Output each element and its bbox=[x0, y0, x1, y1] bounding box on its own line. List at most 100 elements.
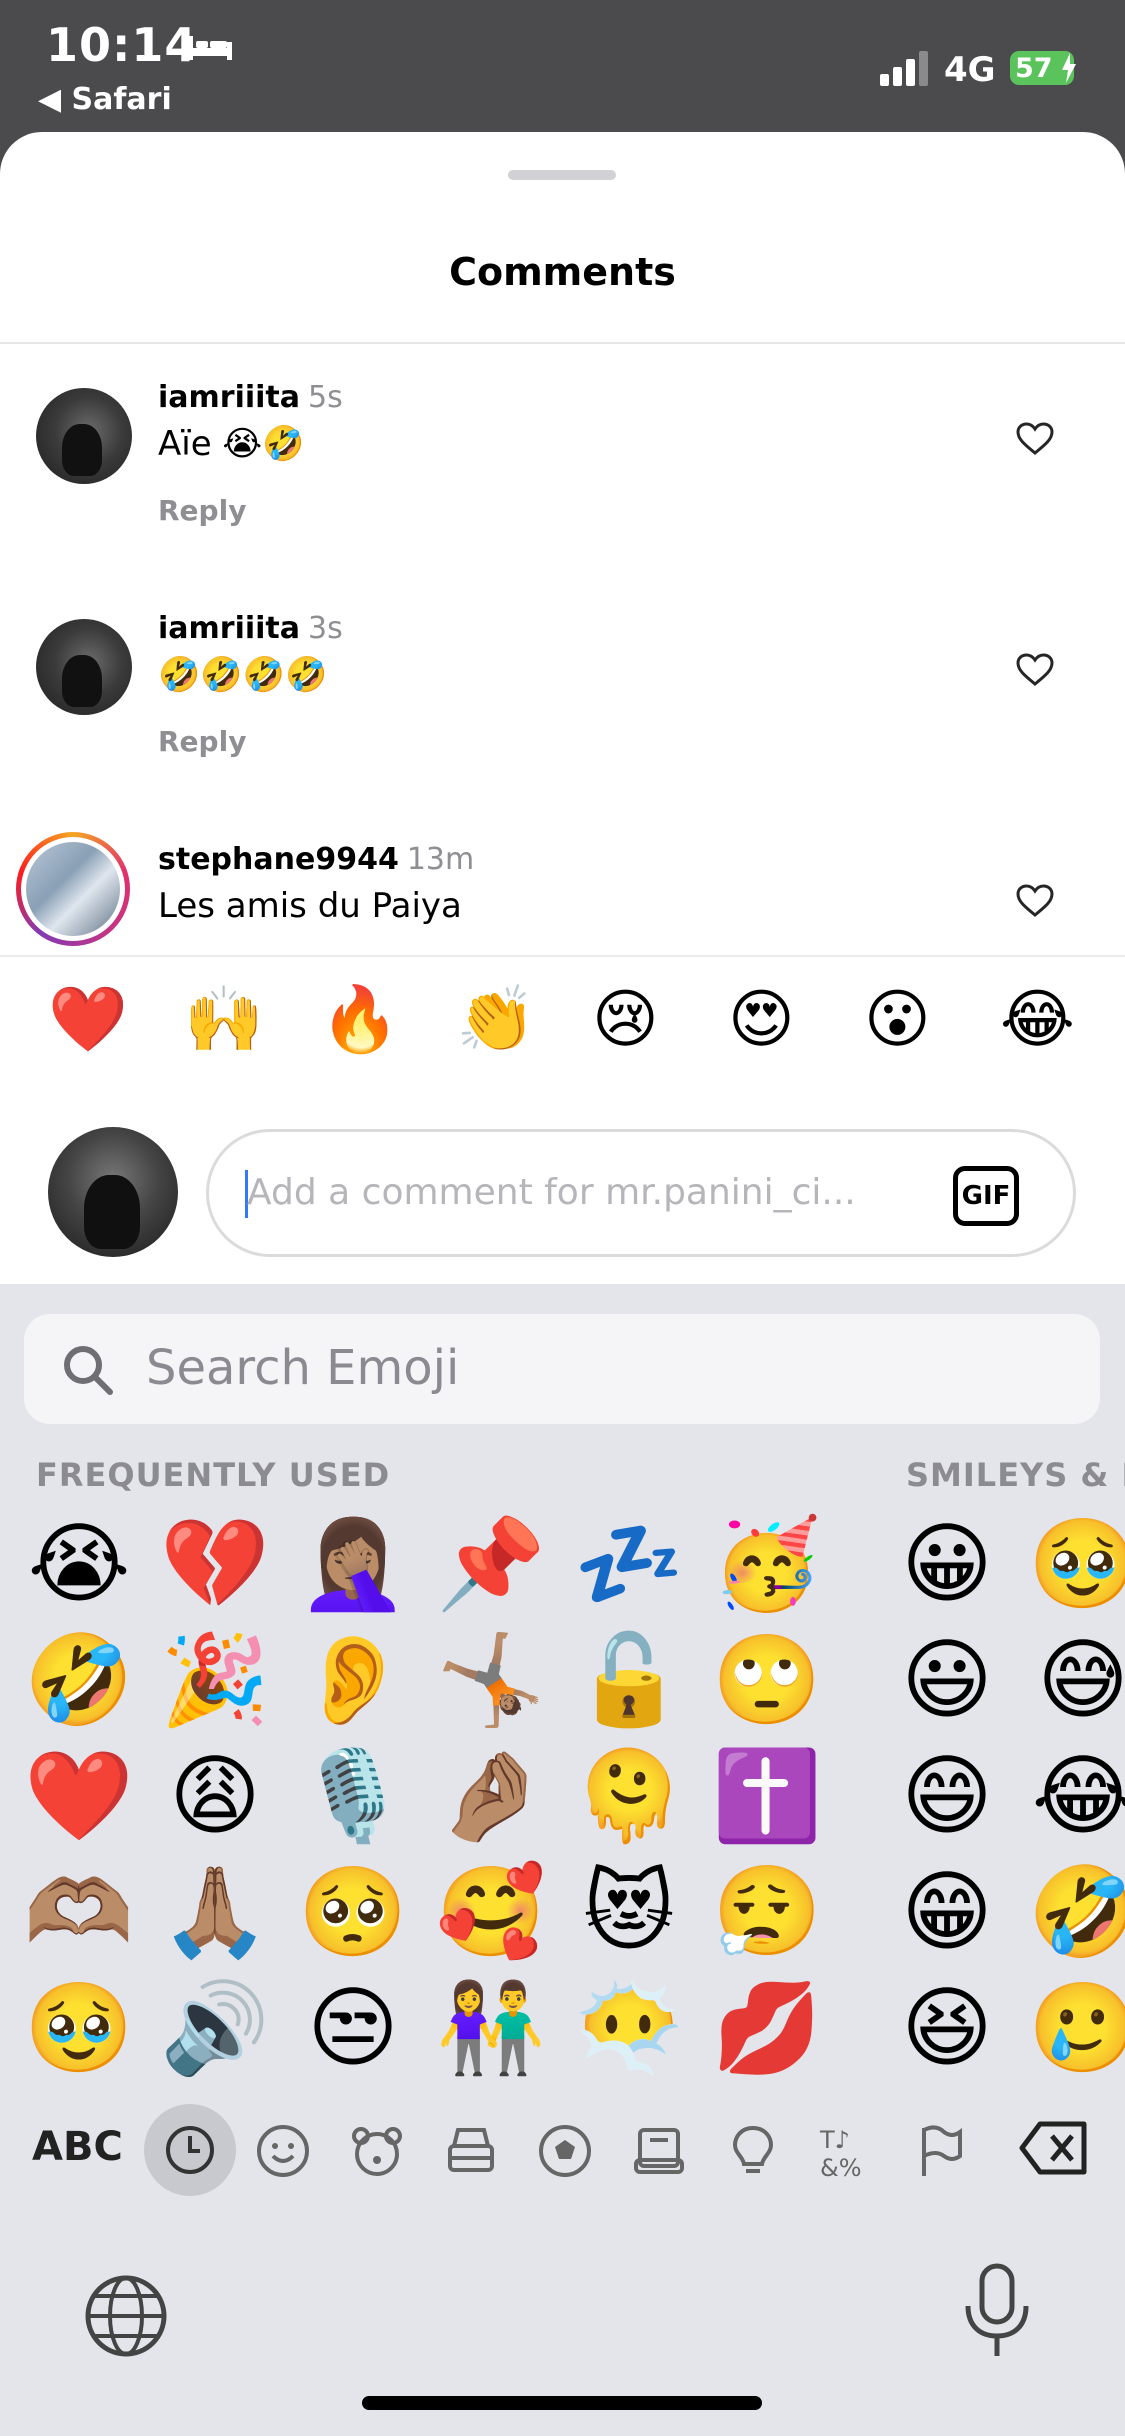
emoji-key[interactable]: 😮‍💨 bbox=[712, 1862, 822, 1962]
emoji-key[interactable]: 🤌🏽 bbox=[436, 1746, 546, 1846]
emoji-key[interactable]: 🤸🏽 bbox=[436, 1630, 546, 1730]
emoji-key[interactable]: 😄 bbox=[892, 1746, 1002, 1846]
emoji-key[interactable]: 😒 bbox=[298, 1978, 408, 2078]
heart-icon[interactable] bbox=[1016, 653, 1054, 687]
flags-icon[interactable] bbox=[906, 2116, 976, 2186]
reaction-surprised[interactable]: 😮 bbox=[864, 983, 931, 1057]
emoji-key[interactable]: 🥲 bbox=[1028, 1978, 1125, 2078]
network-type: 4G bbox=[944, 50, 996, 90]
comment-text: 🤣🤣🤣🤣 bbox=[158, 655, 328, 695]
emoji-key[interactable]: 🤣 bbox=[1028, 1862, 1125, 1962]
globe-icon[interactable] bbox=[84, 2274, 168, 2358]
emoji-key[interactable]: ✝️ bbox=[712, 1746, 822, 1846]
home-indicator[interactable] bbox=[362, 2396, 762, 2410]
section-smileys: SMILEYS & P bbox=[906, 1456, 1125, 1494]
svg-text:&%: &% bbox=[820, 2154, 862, 2182]
emoji-key[interactable]: 💔 bbox=[160, 1514, 270, 1614]
microphone-icon[interactable] bbox=[960, 2262, 1034, 2362]
gif-button[interactable]: GIF bbox=[953, 1166, 1019, 1226]
emoji-key[interactable]: 🥹 bbox=[1028, 1514, 1125, 1614]
activity-icon[interactable] bbox=[530, 2116, 600, 2186]
reaction-clap[interactable]: 👏 bbox=[456, 983, 536, 1057]
reply-button[interactable]: Reply bbox=[158, 725, 246, 758]
reaction-heart-eyes[interactable]: 😍 bbox=[728, 983, 795, 1057]
comment-username[interactable]: stephane9944 13m bbox=[158, 842, 474, 877]
emoji-key[interactable]: 🫠 bbox=[574, 1746, 684, 1846]
reaction-raised-hands[interactable]: 🙌 bbox=[184, 983, 264, 1057]
food-icon[interactable] bbox=[436, 2116, 506, 2186]
emoji-key[interactable]: 👂 bbox=[298, 1630, 408, 1730]
story-avatar[interactable] bbox=[16, 832, 130, 946]
delete-key-icon[interactable] bbox=[1018, 2120, 1090, 2176]
animal-icon[interactable] bbox=[342, 2116, 412, 2186]
emoji-key[interactable]: 😁 bbox=[892, 1862, 1002, 1962]
emoji-key[interactable]: 😃 bbox=[892, 1630, 1002, 1730]
abc-button[interactable]: ABC bbox=[32, 2124, 123, 2170]
heart-icon[interactable] bbox=[1016, 422, 1054, 456]
emoji-key[interactable]: 🥹 bbox=[24, 1978, 134, 2078]
emoji-key[interactable]: 🔊 bbox=[160, 1978, 270, 2078]
emoji-search-placeholder: Search Emoji bbox=[146, 1340, 460, 1396]
avatar[interactable] bbox=[36, 388, 132, 484]
clock: 10:14 bbox=[46, 18, 198, 72]
reply-button[interactable]: Reply bbox=[158, 494, 246, 527]
svg-text:T♪: T♪ bbox=[819, 2126, 850, 2154]
comment-item: iamriiita 3s 🤣🤣🤣🤣 Reply bbox=[0, 611, 1125, 839]
emoji-key[interactable]: 🤦🏽‍♀️ bbox=[298, 1514, 408, 1614]
emoji-key[interactable]: ❤️ bbox=[24, 1746, 134, 1846]
search-icon bbox=[64, 1346, 113, 1395]
emoji-key[interactable]: 😅 bbox=[1028, 1630, 1125, 1730]
emoji-key[interactable]: 😆 bbox=[892, 1978, 1002, 2078]
recent-icon[interactable] bbox=[144, 2104, 236, 2196]
emoji-key[interactable]: 😀 bbox=[892, 1514, 1002, 1614]
comment-username[interactable]: iamriiita 3s bbox=[158, 611, 343, 646]
emoji-key[interactable]: 😂 bbox=[1028, 1746, 1125, 1846]
emoji-key[interactable]: 🥰 bbox=[436, 1862, 546, 1962]
emoji-key[interactable]: 🥳 bbox=[712, 1514, 822, 1614]
emoji-key[interactable]: 🔓 bbox=[574, 1630, 684, 1730]
emoji-category-bar: ABC T♪ &% bbox=[0, 2094, 1125, 2204]
reaction-cry[interactable]: 😢 bbox=[592, 983, 659, 1057]
quick-reactions-bar: ❤️ 🙌 🔥 👏 😢 😍 😮 😂 bbox=[0, 955, 1125, 1079]
comment-username[interactable]: iamriiita 5s bbox=[158, 380, 343, 415]
bed-icon bbox=[188, 36, 232, 60]
comment-item: iamriiita 5s Aïe 😭🤣 Reply bbox=[0, 380, 1125, 608]
emoji-key[interactable]: 🤣 bbox=[24, 1630, 134, 1730]
section-frequently-used: FREQUENTLY USED bbox=[36, 1456, 391, 1494]
travel-icon[interactable] bbox=[624, 2116, 694, 2186]
objects-icon[interactable] bbox=[718, 2116, 788, 2186]
emoji-key[interactable]: 💋 bbox=[712, 1978, 822, 2078]
emoji-key[interactable]: 😩 bbox=[160, 1746, 270, 1846]
smiley-icon[interactable] bbox=[248, 2116, 318, 2186]
reaction-heart[interactable]: ❤️ bbox=[48, 983, 128, 1057]
emoji-key[interactable]: 😭 bbox=[24, 1514, 134, 1614]
emoji-key[interactable]: 💤 bbox=[574, 1514, 684, 1614]
divider bbox=[0, 342, 1125, 344]
comment-composer: Add a comment for mr.panini_ci... GIF bbox=[0, 1079, 1125, 1284]
back-to-safari-link[interactable]: ◀ Safari bbox=[38, 82, 172, 117]
emoji-key[interactable]: 🫶🏽 bbox=[24, 1862, 134, 1962]
comment-input[interactable]: Add a comment for mr.panini_ci... GIF bbox=[206, 1129, 1076, 1257]
emoji-keyboard: Search Emoji FREQUENTLY USED SMILEYS & P… bbox=[0, 1284, 1125, 2436]
reaction-fire[interactable]: 🔥 bbox=[320, 983, 400, 1057]
reaction-laugh[interactable]: 😂 bbox=[1000, 983, 1075, 1057]
emoji-key[interactable]: 🎉 bbox=[160, 1630, 270, 1730]
status-bar: 10:14 ◀ Safari 4G 57 bbox=[0, 0, 1125, 135]
emoji-key[interactable]: 🥺 bbox=[298, 1862, 408, 1962]
emoji-key[interactable]: 🙏🏽 bbox=[160, 1862, 270, 1962]
emoji-key[interactable]: 📌 bbox=[436, 1514, 546, 1614]
emoji-search-input[interactable]: Search Emoji bbox=[24, 1314, 1100, 1424]
emoji-key[interactable]: 😶‍🌫️ bbox=[574, 1978, 684, 2078]
sheet-grabber[interactable] bbox=[508, 170, 616, 180]
battery-level: 57 bbox=[1015, 52, 1053, 84]
emoji-key[interactable]: 👫 bbox=[436, 1978, 546, 2078]
sheet-title: Comments bbox=[449, 250, 676, 294]
emoji-key[interactable]: 😻 bbox=[574, 1862, 684, 1962]
symbols-icon[interactable]: T♪ &% bbox=[812, 2116, 882, 2186]
comment-placeholder: Add a comment for mr.panini_ci... bbox=[247, 1172, 856, 1213]
heart-icon[interactable] bbox=[1016, 884, 1054, 918]
emoji-key[interactable]: 🎙️ bbox=[298, 1746, 408, 1846]
avatar[interactable] bbox=[36, 619, 132, 715]
comment-text: Les amis du Paiya bbox=[158, 886, 462, 926]
emoji-key[interactable]: 🙄 bbox=[712, 1630, 822, 1730]
